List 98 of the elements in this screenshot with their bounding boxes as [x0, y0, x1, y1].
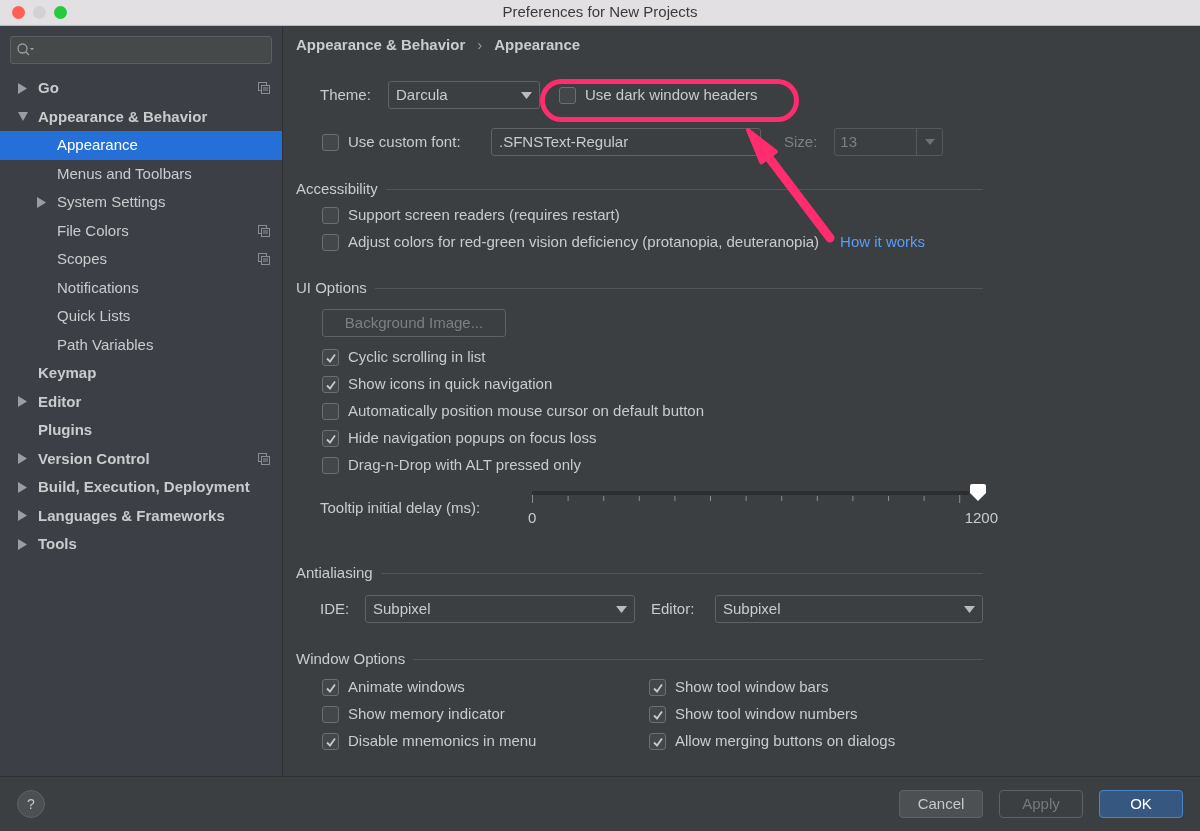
copy-icon [258, 224, 270, 237]
dropdown-caret-icon [964, 605, 975, 613]
ide-dropdown[interactable]: Subpixel [365, 595, 635, 623]
checkbox-label: Show tool window bars [675, 677, 829, 698]
checkbox-label: Automatically position mouse cursor on default button [348, 401, 705, 422]
sidebar-item[interactable]: System Settings [0, 188, 282, 217]
collapse-arrow-icon[interactable] [18, 111, 28, 123]
check-icon [324, 432, 337, 445]
section-title: Accessibility [296, 178, 378, 199]
checkbox[interactable] [322, 733, 339, 750]
section-title: Antialiasing [296, 562, 373, 583]
check-icon [324, 735, 337, 748]
theme-dropdown[interactable]: Darcula [388, 81, 540, 109]
checkbox-label: Show icons in quick navigation [348, 374, 553, 395]
sidebar-item[interactable]: Build, Execution, Deployment [0, 473, 282, 502]
sidebar-item[interactable]: Appearance & Behavior [0, 102, 282, 131]
breadcrumb-separator: › [477, 34, 483, 55]
sidebar-item[interactable]: Scopes [0, 245, 282, 274]
sidebar-item[interactable]: Appearance [0, 131, 282, 160]
sidebar-item[interactable]: Menus and Toolbars [0, 159, 282, 188]
check-icon [651, 708, 664, 721]
expand-arrow-icon[interactable] [18, 481, 28, 493]
checkbox-label: Use custom font: [348, 131, 462, 152]
expand-arrow-icon[interactable] [37, 196, 47, 208]
checkbox[interactable] [649, 733, 666, 750]
how-it-works-link[interactable]: How it works [840, 231, 926, 254]
checkbox[interactable] [649, 679, 666, 696]
ide-label: IDE: [320, 598, 351, 619]
checkbox-label: Show memory indicator [348, 704, 505, 725]
editor-dropdown[interactable]: Subpixel [715, 595, 983, 623]
expand-arrow-icon[interactable] [18, 538, 28, 550]
check-icon [651, 681, 664, 694]
sidebar-item[interactable]: Editor [0, 387, 282, 416]
checkbox[interactable] [322, 234, 339, 251]
sidebar-item[interactable]: Languages & Frameworks [0, 501, 282, 530]
checkbox-label: Hide navigation popups on focus loss [348, 428, 597, 449]
help-button[interactable]: ? [17, 790, 45, 818]
checkbox[interactable] [322, 133, 339, 151]
checkbox[interactable] [322, 457, 339, 474]
checkbox-label: Cyclic scrolling in list [348, 347, 486, 368]
section-title: Window Options [296, 648, 406, 669]
checkbox[interactable] [322, 349, 339, 366]
slider-max-label: 1200 [964, 508, 998, 528]
sidebar-item[interactable]: Plugins [0, 416, 282, 445]
checkbox[interactable] [322, 706, 339, 723]
expand-arrow-icon[interactable] [18, 453, 28, 465]
checkbox[interactable] [649, 706, 666, 723]
sidebar-item[interactable]: Tools [0, 530, 282, 559]
tooltip-delay-label: Tooltip initial delay (ms): [320, 498, 482, 518]
copy-icon [258, 82, 270, 95]
check-icon [651, 735, 664, 748]
checkbox[interactable] [322, 376, 339, 393]
sidebar-item[interactable]: Version Control [0, 444, 282, 473]
copy-icon [258, 253, 270, 266]
search-icon [17, 43, 35, 57]
sidebar-item[interactable]: Go [0, 74, 282, 103]
check-icon [324, 351, 337, 364]
theme-label: Theme: [320, 84, 372, 105]
sidebar-item[interactable]: Path Variables [0, 330, 282, 359]
check-icon [324, 378, 337, 391]
slider-min-label: 0 [528, 508, 537, 528]
dropdown-caret-icon [521, 91, 532, 99]
sidebar-item[interactable]: Quick Lists [0, 302, 282, 331]
checkbox-label: Support screen readers (requires restart) [348, 205, 620, 226]
expand-arrow-icon[interactable] [18, 82, 28, 94]
section-title: UI Options [296, 277, 367, 298]
checkbox-label: Use dark window headers [585, 84, 758, 105]
dropdown-caret-icon [924, 139, 935, 145]
editor-label: Editor: [651, 598, 696, 619]
checkbox-label: Disable mnemonics in menu [348, 731, 537, 752]
checkbox[interactable] [322, 403, 339, 420]
checkbox[interactable] [322, 679, 339, 696]
search-field[interactable] [10, 36, 272, 64]
checkbox-label: Show tool window numbers [675, 704, 858, 725]
dialog-button[interactable]: OK [1099, 790, 1183, 818]
check-icon [324, 681, 337, 694]
copy-icon [258, 452, 270, 465]
size-label: Size: [784, 131, 818, 152]
slider-thumb[interactable] [969, 484, 987, 502]
checkbox-label: Drag-n-Drop with ALT pressed only [348, 455, 581, 476]
close-icon[interactable] [12, 6, 25, 19]
expand-arrow-icon[interactable] [18, 510, 28, 522]
breadcrumb-item[interactable]: Appearance [494, 33, 581, 57]
checkbox-label: Animate windows [348, 677, 465, 698]
checkbox[interactable] [322, 430, 339, 447]
checkbox-label: Allow merging buttons on dialogs [675, 731, 896, 752]
dropdown-caret-icon [616, 605, 627, 613]
sidebar-item[interactable]: Notifications [0, 273, 282, 302]
breadcrumb-item[interactable]: Appearance & Behavior [296, 33, 466, 57]
checkbox[interactable] [322, 207, 339, 224]
checkbox[interactable] [559, 86, 576, 104]
font-dropdown[interactable]: .SFNSText-Regular [491, 128, 761, 156]
sidebar-item[interactable]: Keymap [0, 359, 282, 388]
expand-arrow-icon[interactable] [18, 396, 28, 408]
checkbox-label: Adjust colors for red-green vision deficiency (protanopia, deuteranopia) [348, 232, 820, 253]
sidebar-item[interactable]: File Colors [0, 216, 282, 245]
dialog-button[interactable]: Cancel [899, 790, 983, 818]
window-title: Preferences for New Projects [502, 2, 698, 23]
